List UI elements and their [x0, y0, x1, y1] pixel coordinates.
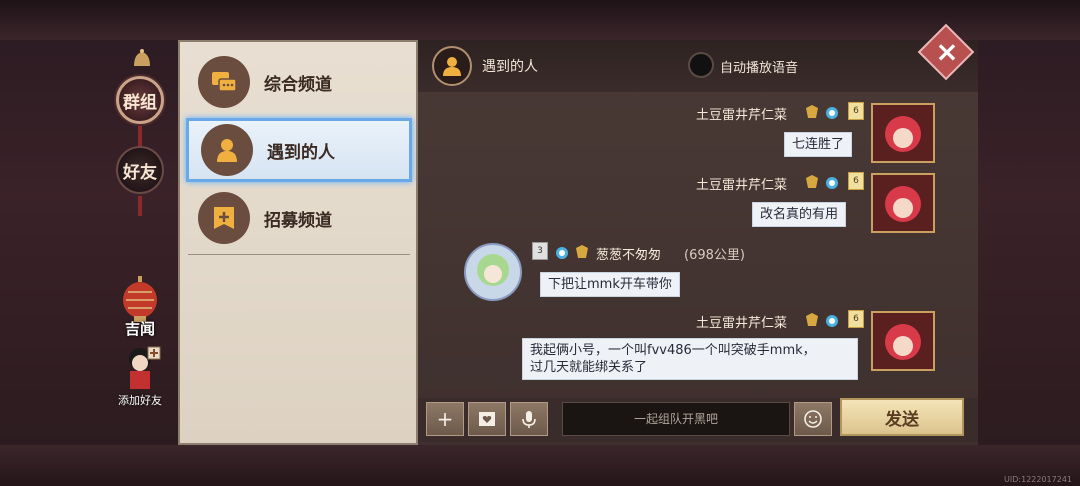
- heart-card-icon: [479, 412, 495, 426]
- voice-button[interactable]: [510, 402, 548, 436]
- rank-badge-icon: [806, 175, 818, 188]
- message-bubble: 下把让mmk开车带你: [540, 272, 680, 297]
- microphone-icon: [522, 411, 536, 428]
- lantern-icon[interactable]: [120, 276, 160, 324]
- message-sender: 土豆雷井芹仁菜: [696, 316, 788, 331]
- message-sender: 土豆雷井芹仁菜: [696, 178, 788, 193]
- chat-input-bar: + 一起组队开黑吧 发送: [418, 398, 978, 442]
- auto-play-voice-toggle[interactable]: [688, 52, 714, 78]
- gender-icon: [826, 177, 838, 189]
- channel-general[interactable]: 综合频道: [186, 50, 412, 114]
- top-decoration: [0, 0, 1080, 40]
- close-icon[interactable]: ×: [930, 34, 964, 68]
- person-icon: [201, 124, 253, 176]
- message-bubble: 我起俩小号，一个叫fvv486一个叫突破手mmk， 过几天就能绑关系了: [522, 338, 858, 380]
- tassel-ornament: [138, 196, 142, 216]
- channel-met-people-label: 遇到的人: [267, 142, 335, 163]
- chat-header: 遇到的人 自动播放语音: [418, 40, 978, 92]
- channel-recruit-label: 招募频道: [264, 210, 332, 231]
- channel-met-people[interactable]: 遇到的人: [186, 118, 412, 182]
- recruit-flag-icon: [198, 192, 250, 244]
- divider: [188, 254, 410, 255]
- emoticon-button[interactable]: [794, 402, 832, 436]
- channel-recruit[interactable]: 招募频道: [186, 186, 412, 250]
- rank-badge-icon: [806, 313, 818, 326]
- send-button[interactable]: 发送: [840, 398, 964, 436]
- channel-list: 综合频道 遇到的人 招募频道: [178, 40, 418, 445]
- add-button[interactable]: +: [426, 402, 464, 436]
- channel-general-label: 综合频道: [264, 74, 332, 95]
- smiley-icon: [804, 410, 822, 428]
- message-line: 我起俩小号，一个叫fvv486一个叫突破手mmk，: [530, 343, 816, 358]
- gender-icon: [556, 247, 568, 259]
- level-badge: 3: [532, 242, 548, 260]
- add-friend-label[interactable]: 添加好友: [110, 392, 170, 408]
- gender-icon: [826, 107, 838, 119]
- lantern-label[interactable]: 吉闻: [118, 318, 162, 339]
- add-friend-avatar-icon[interactable]: [122, 345, 162, 393]
- sender-avatar[interactable]: [870, 102, 936, 164]
- emoji-sticker-button[interactable]: [468, 402, 506, 436]
- friends-tab[interactable]: 好友: [116, 146, 164, 194]
- message-bubble: 七连胜了: [784, 132, 853, 157]
- chat-bubbles-icon: [198, 56, 250, 108]
- chat-panel: 遇到的人 自动播放语音 土豆雷井芹仁菜 6 七连胜了 土豆雷井芹仁菜 6 改名真…: [418, 40, 978, 445]
- auto-play-voice-label: 自动播放语音: [720, 61, 799, 76]
- gender-icon: [826, 315, 838, 327]
- plus-icon: +: [436, 407, 454, 431]
- rank-badge-icon: [576, 245, 588, 258]
- person-icon: [432, 46, 472, 86]
- level-badge: 6: [848, 172, 864, 190]
- friends-tab-label: 好友: [123, 162, 157, 183]
- chat-title: 遇到的人: [482, 59, 538, 75]
- bell-ornament-icon: [130, 48, 154, 68]
- level-badge: 6: [848, 310, 864, 328]
- sender-avatar[interactable]: [870, 310, 936, 372]
- level-badge: 6: [848, 102, 864, 120]
- message-sender: 葱葱不匆匆: [596, 248, 662, 263]
- uid-label: UID:1222017241: [1004, 475, 1072, 484]
- side-rail: 群组 好友 吉闻 添加好友: [100, 40, 180, 445]
- group-tab[interactable]: 群组: [116, 76, 164, 124]
- chat-text-input[interactable]: 一起组队开黑吧: [562, 402, 790, 436]
- group-tab-label: 群组: [123, 92, 157, 113]
- tassel-ornament: [138, 126, 142, 146]
- sender-avatar[interactable]: [870, 172, 936, 234]
- sender-avatar[interactable]: [458, 240, 528, 304]
- message-bubble: 改名真的有用: [752, 202, 847, 227]
- bottom-decoration: UID:1222017241: [0, 445, 1080, 486]
- message-sender: 土豆雷井芹仁菜: [696, 108, 788, 123]
- message-line: 过几天就能绑关系了: [530, 360, 648, 375]
- sender-distance: (698公里): [684, 248, 745, 263]
- rank-badge-icon: [806, 105, 818, 118]
